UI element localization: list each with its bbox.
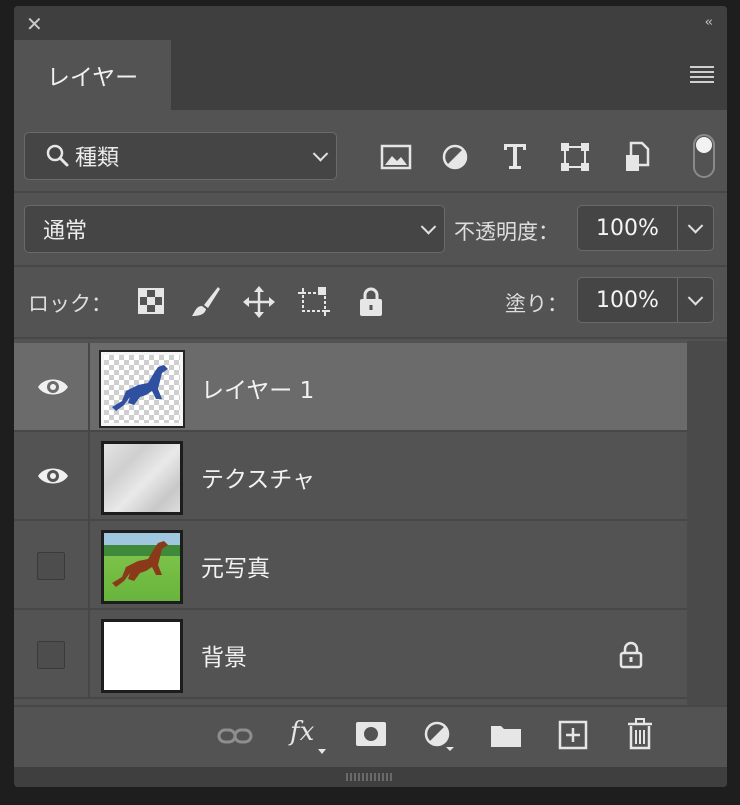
divider xyxy=(14,265,727,267)
lock-artboard-icon[interactable] xyxy=(296,285,332,319)
divider xyxy=(14,337,727,339)
fill-label: 塗り： xyxy=(505,292,568,316)
layer-thumbnail[interactable] xyxy=(101,530,183,604)
fill-dropdown-button[interactable] xyxy=(678,277,714,323)
close-icon[interactable]: ✕ xyxy=(26,12,43,36)
add-mask-icon[interactable] xyxy=(355,721,387,749)
visibility-cell[interactable] xyxy=(14,343,90,430)
horse-silhouette-image xyxy=(112,365,168,411)
eye-icon[interactable] xyxy=(36,464,70,488)
layer-thumbnail[interactable] xyxy=(101,441,183,515)
dropdown-triangle-icon xyxy=(318,749,326,754)
layer-name[interactable]: 元写真 xyxy=(201,549,270,583)
visibility-cell[interactable] xyxy=(14,432,90,519)
new-group-icon[interactable] xyxy=(490,722,522,748)
resize-grip-icon[interactable] xyxy=(346,773,392,781)
type-filter-icon[interactable] xyxy=(502,142,528,170)
panel-titlebar: ✕ ‹‹ xyxy=(14,6,727,40)
opacity-input[interactable]: 100% xyxy=(577,205,678,251)
new-layer-icon[interactable] xyxy=(558,720,588,750)
layer-name[interactable]: レイヤー 1 xyxy=(201,371,314,405)
resize-bar[interactable] xyxy=(14,767,727,787)
shape-filter-icon[interactable] xyxy=(560,142,590,172)
visibility-toggle[interactable] xyxy=(37,641,65,669)
eye-icon[interactable] xyxy=(36,375,70,399)
lock-icon[interactable] xyxy=(619,641,643,669)
image-filter-icon[interactable] xyxy=(380,144,412,170)
filter-kind-label: 種類 xyxy=(75,146,120,171)
chevron-down-icon xyxy=(312,146,329,162)
layer-name[interactable]: テクスチャ xyxy=(201,460,315,494)
tab-bar: レイヤー xyxy=(14,40,727,110)
smart-object-filter-icon[interactable] xyxy=(624,141,650,173)
lock-all-icon[interactable] xyxy=(358,286,384,318)
opacity-label: 不透明度： xyxy=(454,220,559,244)
blend-mode-dropdown[interactable]: 通常 xyxy=(24,205,445,253)
search-icon xyxy=(46,144,69,167)
divider xyxy=(14,191,727,193)
layer-row[interactable]: レイヤー 1 xyxy=(14,343,687,432)
opacity-dropdown-button[interactable] xyxy=(678,205,714,251)
layer-row[interactable]: 背景 xyxy=(14,610,687,699)
lock-label: ロック： xyxy=(28,292,112,316)
layer-thumbnail[interactable] xyxy=(99,350,185,428)
layer-style-icon[interactable]: fx xyxy=(290,717,314,747)
layer-list: レイヤー 1 テクスチャ 元写真 背景 xyxy=(14,341,687,705)
lock-position-icon[interactable] xyxy=(242,285,276,319)
chevron-down-icon xyxy=(687,218,704,234)
blend-mode-label: 通常 xyxy=(43,219,88,244)
link-layers-icon[interactable] xyxy=(217,724,253,748)
visibility-cell[interactable] xyxy=(14,610,90,697)
collapse-icon[interactable]: ‹‹ xyxy=(705,15,714,30)
panel-footer: fx xyxy=(14,705,727,767)
adjustment-filter-icon[interactable] xyxy=(441,143,469,171)
layer-thumbnail[interactable] xyxy=(101,619,183,693)
lock-transparent-pixels-icon[interactable] xyxy=(138,288,164,314)
horse-photo-image xyxy=(112,541,168,587)
chevron-down-icon xyxy=(687,290,704,306)
layer-name[interactable]: 背景 xyxy=(201,638,247,672)
filter-kind-dropdown[interactable]: 種類 xyxy=(24,132,337,180)
layer-list-scrollbar[interactable] xyxy=(687,341,727,705)
chevron-down-icon xyxy=(420,219,437,235)
adjustment-layer-icon[interactable] xyxy=(424,721,454,751)
layer-row[interactable]: テクスチャ xyxy=(14,432,687,521)
visibility-cell[interactable] xyxy=(14,521,90,608)
layers-panel: ✕ ‹‹ レイヤー 種類 通常 不透明度： 100% ロック： 塗り： 100%… xyxy=(14,6,727,787)
delete-icon[interactable] xyxy=(626,718,654,750)
layer-row[interactable]: 元写真 xyxy=(14,521,687,610)
fill-input[interactable]: 100% xyxy=(577,277,678,323)
visibility-toggle[interactable] xyxy=(37,552,65,580)
filter-toggle-switch[interactable] xyxy=(693,134,715,178)
tab-layers[interactable]: レイヤー xyxy=(14,40,171,110)
panel-menu-icon[interactable] xyxy=(690,66,714,86)
lock-image-pixels-icon[interactable] xyxy=(190,285,222,319)
